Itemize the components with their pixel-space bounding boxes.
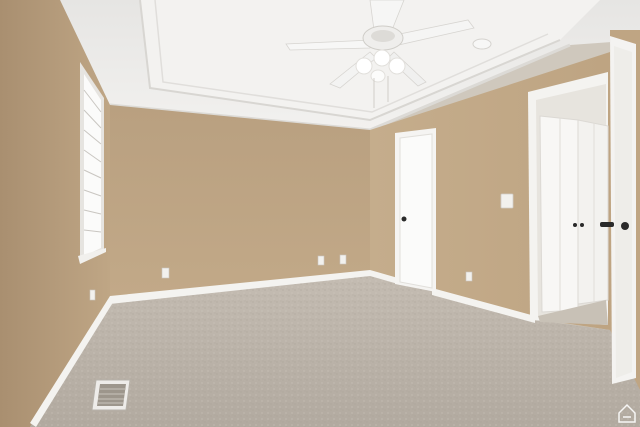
closet-knob-2	[580, 223, 584, 227]
door-knob	[401, 216, 407, 222]
door-handle	[600, 222, 614, 227]
closet-knob-1	[573, 223, 577, 227]
light-switch-icon	[500, 193, 514, 209]
floor-vent-icon	[91, 379, 131, 411]
closet-door-center	[395, 128, 436, 292]
smoke-detector-icon	[472, 38, 492, 50]
back-wall	[110, 105, 370, 298]
closet-doorway-right	[528, 72, 609, 325]
room-photo	[0, 0, 640, 427]
